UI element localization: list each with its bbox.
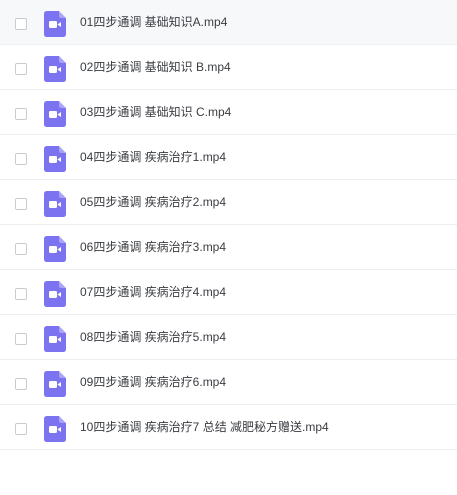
file-name[interactable]: 02四步通调 基础知识 B.mp4 bbox=[80, 59, 231, 75]
video-file-icon[interactable] bbox=[44, 326, 66, 352]
file-checkbox[interactable] bbox=[15, 198, 27, 210]
file-row[interactable]: 08四步通调 疾病治疗5.mp4 bbox=[0, 315, 457, 360]
file-checkbox[interactable] bbox=[15, 18, 27, 30]
file-name[interactable]: 07四步通调 疾病治疗4.mp4 bbox=[80, 284, 226, 300]
video-file-icon[interactable] bbox=[44, 236, 66, 262]
file-name[interactable]: 08四步通调 疾病治疗5.mp4 bbox=[80, 329, 226, 345]
file-name[interactable]: 05四步通调 疾病治疗2.mp4 bbox=[80, 194, 226, 210]
file-row[interactable]: 07四步通调 疾病治疗4.mp4 bbox=[0, 270, 457, 315]
file-checkbox[interactable] bbox=[15, 378, 27, 390]
file-checkbox[interactable] bbox=[15, 63, 27, 75]
video-file-icon[interactable] bbox=[44, 146, 66, 172]
file-name[interactable]: 04四步通调 疾病治疗1.mp4 bbox=[80, 149, 226, 165]
file-name[interactable]: 06四步通调 疾病治疗3.mp4 bbox=[80, 239, 226, 255]
file-row[interactable]: 01四步通调 基础知识A.mp4 bbox=[0, 0, 457, 45]
file-row[interactable]: 09四步通调 疾病治疗6.mp4 bbox=[0, 360, 457, 405]
video-file-icon[interactable] bbox=[44, 11, 66, 37]
file-row[interactable]: 10四步通调 疾病治疗7 总结 减肥秘方赠送.mp4 bbox=[0, 405, 457, 450]
file-list: 01四步通调 基础知识A.mp4 02四步通调 基础知识 B.mp4 03四步通… bbox=[0, 0, 457, 450]
file-checkbox[interactable] bbox=[15, 153, 27, 165]
file-checkbox[interactable] bbox=[15, 333, 27, 345]
video-file-icon[interactable] bbox=[44, 191, 66, 217]
file-name[interactable]: 03四步通调 基础知识 C.mp4 bbox=[80, 104, 231, 120]
file-row[interactable]: 02四步通调 基础知识 B.mp4 bbox=[0, 45, 457, 90]
file-checkbox[interactable] bbox=[15, 108, 27, 120]
file-name[interactable]: 09四步通调 疾病治疗6.mp4 bbox=[80, 374, 226, 390]
file-checkbox[interactable] bbox=[15, 423, 27, 435]
file-checkbox[interactable] bbox=[15, 243, 27, 255]
video-file-icon[interactable] bbox=[44, 416, 66, 442]
file-name[interactable]: 01四步通调 基础知识A.mp4 bbox=[80, 14, 227, 30]
video-file-icon[interactable] bbox=[44, 56, 66, 82]
video-file-icon[interactable] bbox=[44, 101, 66, 127]
video-file-icon[interactable] bbox=[44, 281, 66, 307]
file-checkbox[interactable] bbox=[15, 288, 27, 300]
file-name[interactable]: 10四步通调 疾病治疗7 总结 减肥秘方赠送.mp4 bbox=[80, 419, 329, 435]
file-row[interactable]: 06四步通调 疾病治疗3.mp4 bbox=[0, 225, 457, 270]
file-row[interactable]: 05四步通调 疾病治疗2.mp4 bbox=[0, 180, 457, 225]
video-file-icon[interactable] bbox=[44, 371, 66, 397]
file-row[interactable]: 03四步通调 基础知识 C.mp4 bbox=[0, 90, 457, 135]
file-row[interactable]: 04四步通调 疾病治疗1.mp4 bbox=[0, 135, 457, 180]
